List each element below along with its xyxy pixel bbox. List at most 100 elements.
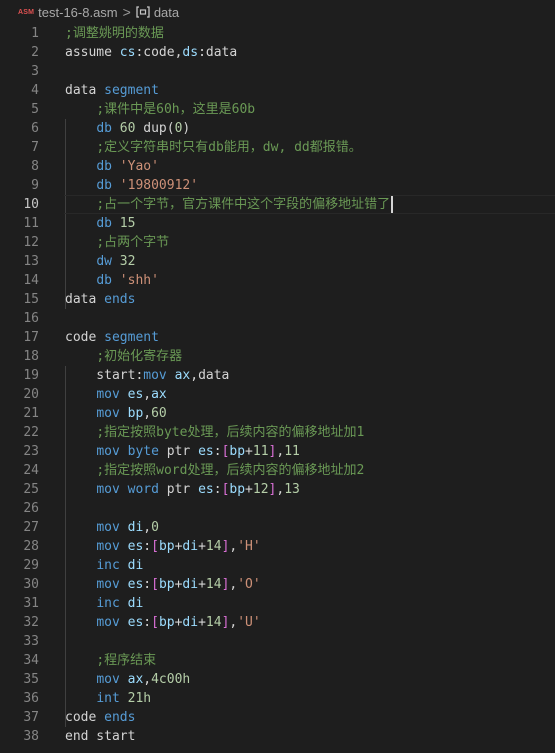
- breadcrumb-file-label: test-16-8.asm: [38, 4, 118, 20]
- code-token: di: [182, 539, 199, 554]
- code-line[interactable]: 19 start:mov ax,data: [0, 366, 555, 385]
- code-text: db 15: [39, 214, 555, 233]
- code-text: inc di: [39, 556, 555, 575]
- code-line[interactable]: 20 mov es,ax: [0, 385, 555, 404]
- breadcrumb: ASM test-16-8.asm > data: [0, 0, 555, 24]
- code-line[interactable]: 13 dw 32: [0, 252, 555, 271]
- code-line[interactable]: 23 mov byte ptr es:[bp+11],11: [0, 442, 555, 461]
- code-line[interactable]: 30 mov es:[bp+di+14],'O': [0, 575, 555, 594]
- code-line[interactable]: 31 inc di: [0, 594, 555, 613]
- code-token: es: [198, 482, 214, 497]
- line-number: 28: [23, 539, 39, 554]
- code-line[interactable]: 25 mov word ptr es:[bp+12],13: [0, 480, 555, 499]
- code-token: ): [182, 121, 191, 136]
- line-number: 4: [31, 83, 39, 98]
- code-line[interactable]: 34 ;程序结束: [0, 651, 555, 670]
- code-line[interactable]: 3: [0, 62, 555, 81]
- code-line[interactable]: 9 db '19800912': [0, 176, 555, 195]
- code-token: ,: [143, 520, 152, 535]
- code-token: +: [245, 444, 253, 459]
- code-text: ;占两个字节: [39, 233, 555, 252]
- line-number: 30: [23, 577, 39, 592]
- line-number: 36: [23, 691, 39, 706]
- line-number: 11: [23, 216, 39, 231]
- code-line[interactable]: 22 ;指定按照byte处理，后续内容的偏移地址加1: [0, 423, 555, 442]
- line-number: 15: [23, 292, 39, 307]
- code-line[interactable]: 1 ;调整姚明的数据: [0, 24, 555, 43]
- code-line[interactable]: 38 end start: [0, 727, 555, 746]
- line-number: 34: [23, 653, 39, 668]
- code-text: mov di,0: [39, 518, 555, 537]
- code-line[interactable]: 37 code ends: [0, 708, 555, 727]
- breadcrumb-file[interactable]: ASM test-16-8.asm: [18, 5, 118, 20]
- line-number: 2: [31, 45, 39, 60]
- code-token: 13: [284, 482, 300, 497]
- code-text: ;调整姚明的数据: [39, 24, 555, 43]
- code-token: 'H': [237, 539, 261, 554]
- code-line[interactable]: 36 int 21h: [0, 689, 555, 708]
- code-text: db 'Yao': [39, 157, 555, 176]
- code-line[interactable]: 24 ;指定按照word处理，后续内容的偏移地址加2: [0, 461, 555, 480]
- code-token: byte: [127, 444, 159, 459]
- code-line[interactable]: 10 ;占一个字节，官方课件中这个字段的偏移地址错了: [0, 195, 555, 214]
- code-line[interactable]: 11 db 15: [0, 214, 555, 233]
- code-line[interactable]: 4 data segment: [0, 81, 555, 100]
- line-number: 5: [31, 102, 39, 117]
- code-line[interactable]: 33: [0, 632, 555, 651]
- code-line[interactable]: 16: [0, 309, 555, 328]
- code-line[interactable]: 5 ;课件中是60h，这里是60b: [0, 100, 555, 119]
- code-line[interactable]: 35 mov ax,4c00h: [0, 670, 555, 689]
- code-text: start:mov ax,data: [39, 366, 555, 385]
- code-text: mov es:[bp+di+14],'H': [39, 537, 555, 556]
- code-line[interactable]: 18 ;初始化寄存器: [0, 347, 555, 366]
- code-text: dw 32: [39, 252, 555, 271]
- code-token: mov: [96, 444, 120, 459]
- code-line[interactable]: 32 mov es:[bp+di+14],'U': [0, 613, 555, 632]
- code-line[interactable]: 28 mov es:[bp+di+14],'H': [0, 537, 555, 556]
- code-token: es: [127, 577, 144, 592]
- code-token: end start: [65, 729, 136, 744]
- code-token: di: [127, 596, 144, 611]
- breadcrumb-symbol[interactable]: data: [136, 5, 179, 20]
- code-line[interactable]: 15 data ends: [0, 290, 555, 309]
- code-line[interactable]: 17 code segment: [0, 328, 555, 347]
- code-token: ;指定按照byte处理，后续内容的偏移地址加1: [96, 425, 365, 440]
- code-text: data segment: [39, 81, 555, 100]
- code-line[interactable]: 2 assume cs:code,ds:data: [0, 43, 555, 62]
- code-line[interactable]: 8 db 'Yao': [0, 157, 555, 176]
- code-text: mov ax,4c00h: [39, 670, 555, 689]
- line-number: 13: [23, 254, 39, 269]
- code-token: dup(: [135, 121, 175, 136]
- code-token: ax: [127, 672, 144, 687]
- line-number: 37: [23, 710, 39, 725]
- code-line[interactable]: 26: [0, 499, 555, 518]
- line-number: 10: [23, 197, 39, 212]
- code-text: ;课件中是60h，这里是60b: [39, 100, 555, 119]
- code-line[interactable]: 6 db 60 dup(0): [0, 119, 555, 138]
- code-line[interactable]: 29 inc di: [0, 556, 555, 575]
- code-text: db 60 dup(0): [39, 119, 555, 138]
- code-line[interactable]: 12 ;占两个字节: [0, 233, 555, 252]
- line-number: 31: [23, 596, 39, 611]
- code-token: db: [96, 159, 112, 174]
- line-number: 21: [23, 406, 39, 421]
- code-token: ;指定按照word处理，后续内容的偏移地址加2: [96, 463, 365, 478]
- code-token: data: [65, 292, 105, 307]
- code-editor[interactable]: 1 ;调整姚明的数据 2 assume cs:code,ds:data 3 4 data s…: [0, 24, 555, 746]
- code-text: ;程序结束: [39, 651, 555, 670]
- code-line[interactable]: 27 mov di,0: [0, 518, 555, 537]
- code-token: ;占两个字节: [96, 235, 170, 250]
- code-text: mov es,ax: [39, 385, 555, 404]
- code-line[interactable]: 21 mov bp,60: [0, 404, 555, 423]
- code-line[interactable]: 7 ;定义字符串时只有db能用，dw, dd都报错。: [0, 138, 555, 157]
- line-number: 7: [31, 140, 39, 155]
- code-line[interactable]: 14 db 'shh': [0, 271, 555, 290]
- line-number: 32: [23, 615, 39, 630]
